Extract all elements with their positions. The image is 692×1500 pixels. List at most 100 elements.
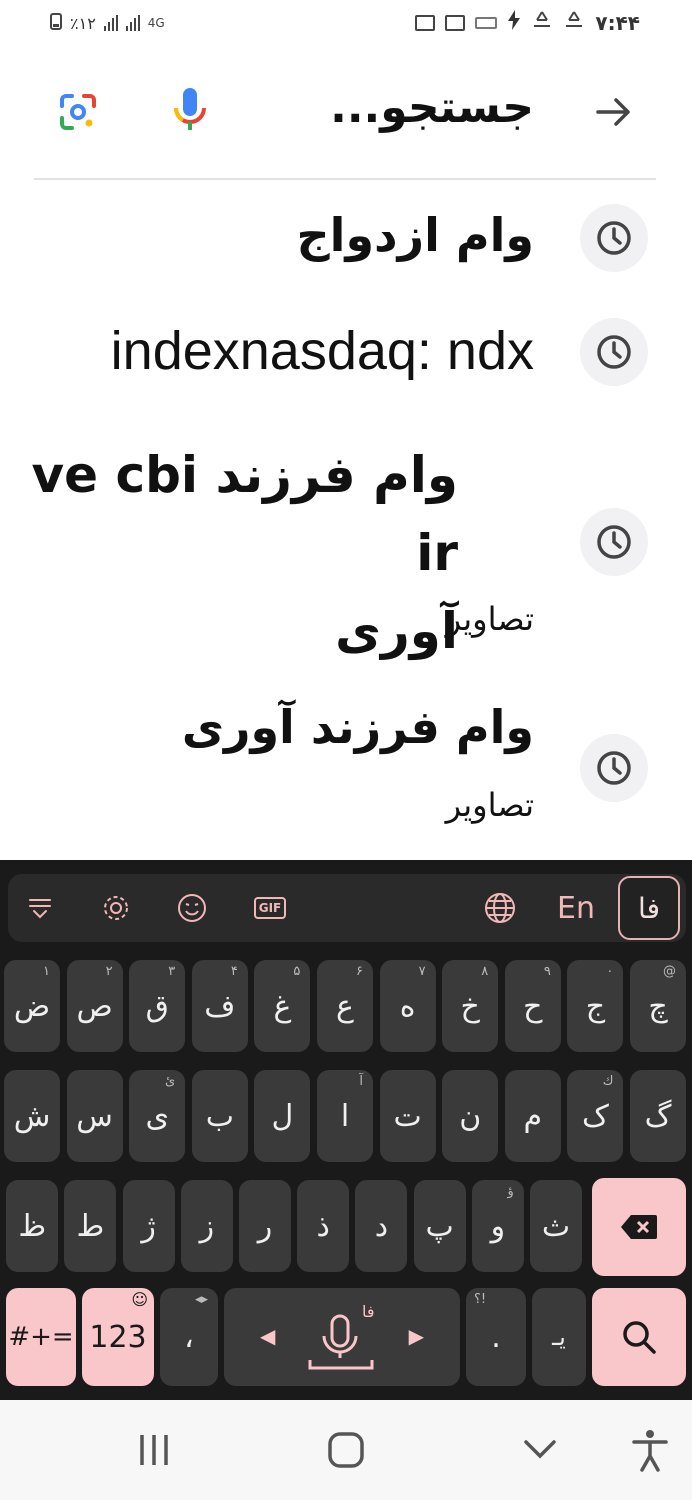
key-hint: ۵ [293,964,301,979]
space-key[interactable]: ◀ ▶ فا [224,1288,460,1386]
home-icon[interactable] [324,1428,368,1472]
google-lens-icon[interactable] [58,92,98,132]
key-letter[interactable]: ف۴ [191,960,248,1052]
key-letter[interactable]: ظ [6,1180,59,1272]
key-letter[interactable]: س [66,1070,123,1162]
key-label: م [523,1098,543,1134]
key-letter[interactable]: ذ [297,1180,350,1272]
key-label: ظ [18,1208,47,1244]
accessibility-icon[interactable] [628,1428,672,1472]
gif-label: GIF [253,897,287,919]
key-hint: ۹ [543,964,551,979]
key-label: گ [644,1098,672,1134]
key-letter[interactable]: وؤ [471,1180,524,1272]
key-label: ل [271,1098,294,1134]
key-letter[interactable]: ص۲ [66,960,123,1052]
key-label: ث [541,1208,571,1244]
keyboard-status-icon [475,16,498,29]
key-label: خ [460,988,480,1024]
key-letter[interactable]: ب [191,1070,248,1162]
key-label: د [374,1208,389,1244]
key-letter[interactable]: ن [442,1070,499,1162]
key-letter[interactable]: ز [180,1180,233,1272]
key-letter[interactable]: ث [530,1180,582,1272]
key-letter[interactable]: خ۸ [442,960,499,1052]
dot-key-label: . [491,1319,501,1355]
history-item[interactable]: indexnasdaq: ndx [0,316,692,396]
key-label: ش [13,1098,51,1134]
voice-search-icon[interactable] [172,86,208,138]
zwnj-key[interactable]: یـ [532,1288,586,1386]
key-letter[interactable]: ت [379,1070,436,1162]
key-hint: آ [359,1074,363,1089]
key-letter[interactable]: اآ [317,1070,373,1162]
symbols-key[interactable]: #+= [6,1288,76,1386]
key-letter[interactable]: م [504,1070,561,1162]
search-icon [623,1321,656,1354]
history-item[interactable]: وام فرزند آوری تصاویر [0,700,692,840]
key-label: ن [459,1098,482,1134]
key-hint: ئ [165,1074,176,1089]
key-letter[interactable]: غ۵ [254,960,311,1052]
key-letter[interactable]: ه۷ [379,960,436,1052]
history-clock-icon [580,318,648,386]
lang-en-button[interactable]: En [554,886,598,930]
key-letter[interactable]: ق۳ [129,960,186,1052]
history-item-line-1: وام فرزند ve cbi ir [31,446,458,582]
globe-icon[interactable] [478,886,522,930]
key-hint: ۴ [230,964,238,979]
history-item-text: وام فرزند آوری [181,700,534,754]
key-letter[interactable]: ط [64,1180,117,1272]
history-item[interactable]: وام ازدواج [0,200,692,280]
key-hint: ك [602,1074,614,1089]
key-label: ص [76,988,113,1024]
key-letter[interactable]: ض۱ [4,960,60,1052]
collapse-toolbar-icon[interactable] [18,886,62,930]
key-letter[interactable]: ر [239,1180,291,1272]
history-item[interactable]: وام فرزند ve cbi ir آوری تصاویر [0,436,692,660]
search-input[interactable]: جستجو... [330,82,534,133]
navigation-bar [0,1400,692,1500]
key-label: ا [340,1098,350,1134]
backspace-key[interactable] [592,1178,686,1276]
key-letter[interactable]: ژ [122,1180,175,1272]
key-letter[interactable]: پ [413,1180,466,1272]
key-letter[interactable]: د [355,1180,408,1272]
dot-key[interactable]: . ؟! [466,1288,526,1386]
key-letter[interactable]: ل [254,1070,311,1162]
key-label: ض [13,988,51,1024]
key-label: ب [205,1098,234,1134]
key-hint: ۸ [481,964,489,979]
key-letter[interactable]: ش [4,1070,60,1162]
lang-fa-button[interactable]: فا [618,876,680,940]
emoji-icon[interactable] [170,886,214,930]
network-type: 4G [147,16,165,30]
key-letter[interactable]: چ @ [630,960,686,1052]
key-letter[interactable]: یئ [129,1070,186,1162]
settings-gear-icon[interactable] [94,886,138,930]
history-item-subtitle: تصاویر [445,600,534,638]
key-hint: ۱ [43,964,50,979]
status-right: ۷:۴۴ [415,10,640,35]
key-label: ر [257,1208,273,1244]
key-label: ت [393,1098,422,1134]
comma-key[interactable]: ، ◂▸ [160,1288,218,1386]
history-clock-icon [580,508,648,576]
key-letter[interactable]: ع۶ [317,960,373,1052]
key-hint: ۶ [356,964,363,979]
key-label: ژ [141,1208,156,1244]
battery-icon [50,12,62,34]
hide-keyboard-icon[interactable] [518,1428,562,1472]
history-clock-icon [580,734,648,802]
back-arrow-icon[interactable] [592,90,636,134]
gif-icon[interactable]: GIF [246,886,294,930]
recent-apps-icon[interactable] [132,1428,176,1472]
key-letter[interactable]: کك [567,1070,624,1162]
numbers-key[interactable]: 123 ☺ [82,1288,154,1386]
key-letter[interactable]: ج۰ [567,960,624,1052]
key-letter[interactable]: ح۹ [504,960,561,1052]
search-key[interactable] [592,1288,686,1386]
key-letter[interactable]: گ [630,1070,686,1162]
charging-icon [507,10,521,35]
key-label: چ [648,988,668,1024]
